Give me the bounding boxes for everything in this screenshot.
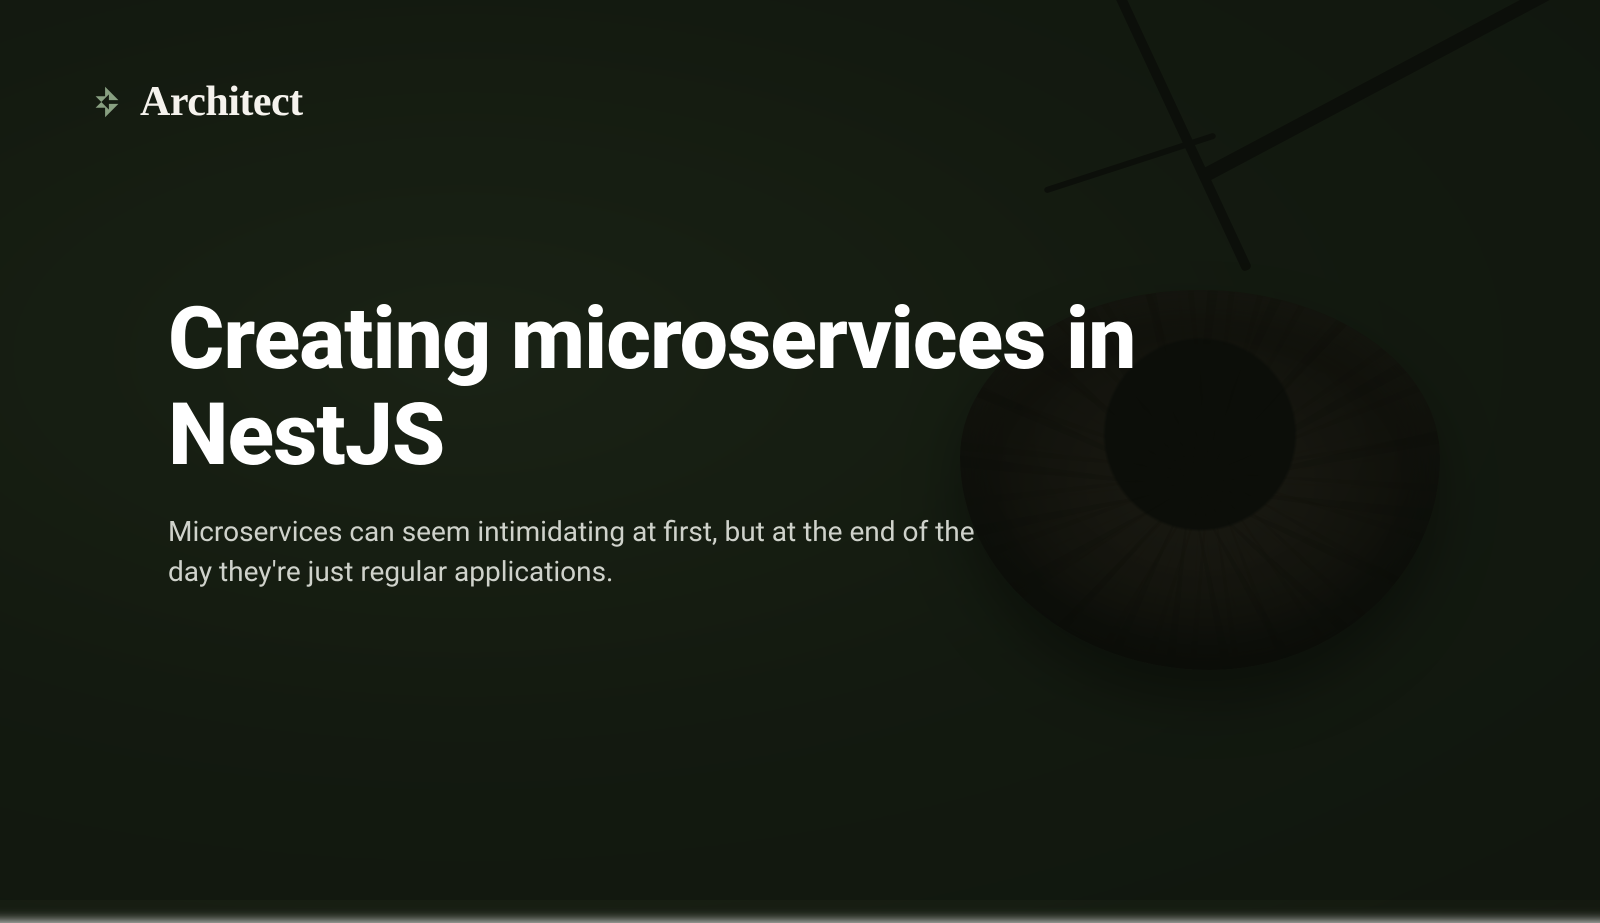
brand-name: Architect: [140, 78, 303, 126]
content-container: Architect Creating microservices in Nest…: [0, 0, 1600, 900]
architect-logo-icon: [88, 83, 126, 121]
hero-section: Creating microservices in NestJS Microse…: [88, 291, 1512, 593]
page-subtitle: Microservices can seem intimidating at f…: [168, 512, 998, 593]
brand-logo: Architect: [88, 78, 1512, 126]
page-title: Creating microservices in NestJS: [168, 291, 1268, 484]
